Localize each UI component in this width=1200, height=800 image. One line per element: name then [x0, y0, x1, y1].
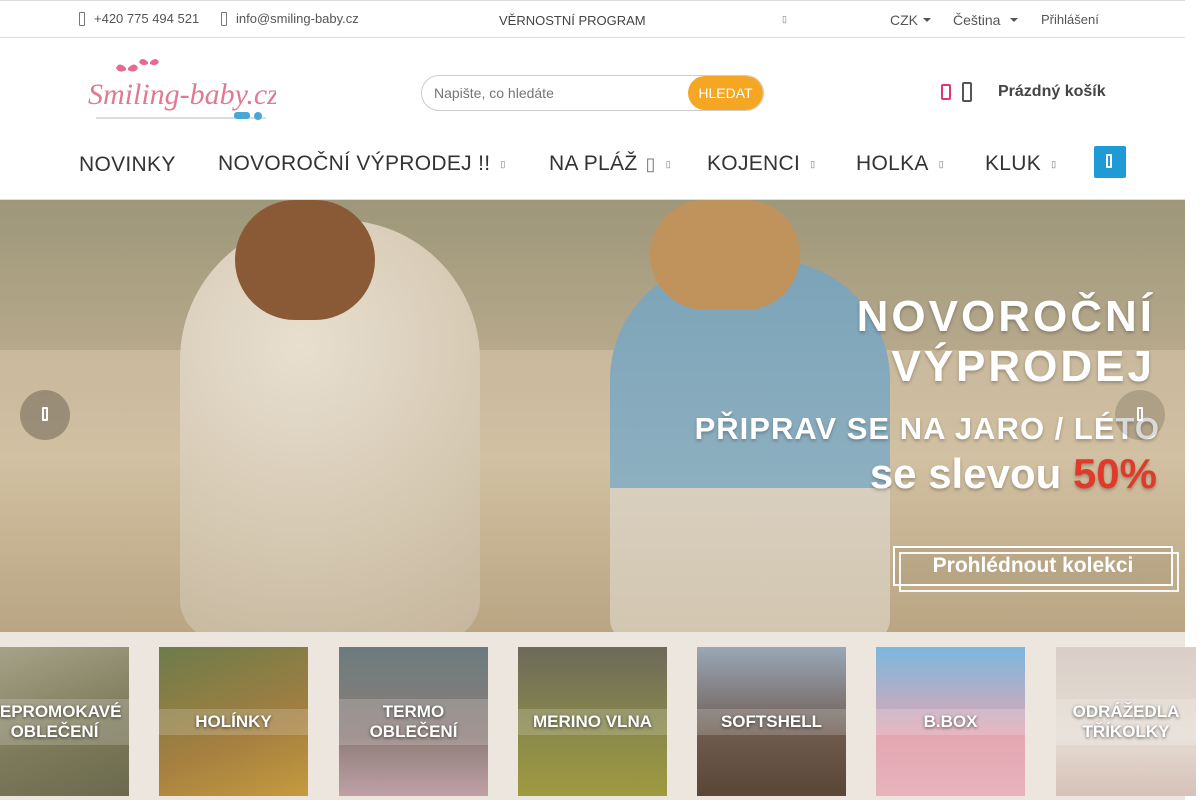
category-strip: NEPROMOKAVÉ OBLEČENÍ HOLÍNKY TERMO OBLEČ… — [0, 632, 1196, 800]
category-label-line1: NEPROMOKAVÉ — [0, 701, 122, 721]
menu-toggle-button[interactable] — [1094, 146, 1126, 178]
nav-item-novinky[interactable]: NOVINKY — [79, 153, 176, 177]
user-icon[interactable]: ▯ — [782, 14, 787, 25]
top-bar: +420 775 494 521 info@smiling-baby.cz VĚ… — [0, 0, 1185, 38]
phone-text: +420 775 494 521 — [94, 11, 200, 26]
search-input[interactable] — [422, 76, 692, 110]
category-label-line1: SOFTSHELL — [720, 711, 823, 731]
hero-sale-text: se slevou 50% — [870, 450, 1157, 498]
nav-item-na-plaz[interactable]: NA PLÁŽ ▯ ▯ — [549, 152, 671, 176]
dropdown-icon: ▯ — [500, 158, 506, 169]
phone-link[interactable]: +420 775 494 521 — [79, 11, 199, 26]
nav-item-label: HOLKA — [856, 152, 929, 175]
category-label-line1: MERINO VLNA — [533, 711, 652, 731]
email-link[interactable]: info@smiling-baby.cz — [221, 11, 359, 26]
email-text: info@smiling-baby.cz — [236, 11, 359, 26]
hero-subheadline: PŘIPRAV SE NA JARO / LÉTO — [694, 411, 1160, 446]
arrow-left-icon — [42, 407, 48, 421]
category-label: SOFTSHELL — [697, 708, 846, 735]
carousel-prev-button[interactable] — [20, 390, 70, 440]
hero-cta-button[interactable]: Prohlédnout kolekci — [893, 546, 1179, 592]
nav-item-label: KOJENCI — [707, 152, 801, 175]
nav-item-kojenci[interactable]: KOJENCI ▯ — [707, 152, 815, 176]
nav-item-holka[interactable]: HOLKA ▯ — [856, 152, 944, 176]
language-select[interactable]: Čeština — [953, 12, 1019, 28]
category-label-line2: TŘÍKOLKY — [1082, 721, 1170, 741]
dropdown-icon: ▯ — [810, 158, 816, 169]
category-tile[interactable]: B.BOX — [876, 647, 1025, 796]
category-tile[interactable]: HOLÍNKY — [159, 647, 308, 796]
nav-item-novorocni-vyprodej[interactable]: NOVOROČNÍ VÝPRODEJ !! ▯ — [218, 152, 506, 176]
menu-icon — [1106, 154, 1112, 168]
category-label: NEPROMOKAVÉ OBLEČENÍ — [0, 698, 129, 745]
nav-item-label: NOVOROČNÍ VÝPRODEJ !! — [218, 152, 491, 175]
hero-headline-line1: NOVOROČNÍ — [856, 292, 1155, 341]
sun-icon: ▯ — [645, 153, 656, 174]
hero-banner[interactable]: NOVOROČNÍ VÝPRODEJ PŘIPRAV SE NA JARO / … — [0, 200, 1185, 632]
category-label-line1: TERMO — [382, 701, 445, 721]
hero-headline-line2: VÝPRODEJ — [891, 342, 1155, 391]
carousel-next-button[interactable] — [1115, 390, 1165, 440]
search-button[interactable]: HLEDAT — [688, 76, 763, 110]
category-label-line2: OBLEČENÍ — [369, 721, 458, 741]
dropdown-icon: ▯ — [1051, 158, 1057, 169]
category-label: TERMO OBLEČENÍ — [339, 698, 488, 745]
category-tile[interactable]: NEPROMOKAVÉ OBLEČENÍ — [0, 647, 129, 796]
category-label: MERINO VLNA — [518, 708, 667, 735]
chevron-down-icon — [1010, 18, 1019, 22]
wishlist-heart-icon[interactable] — [941, 84, 951, 100]
category-label-line2: OBLEČENÍ — [10, 721, 99, 741]
nav-item-label: KLUK — [985, 152, 1042, 175]
category-label-line1: HOLÍNKY — [195, 711, 272, 731]
search-box: HLEDAT — [421, 75, 764, 111]
login-link[interactable]: Přihlášení — [1041, 12, 1099, 27]
arrow-right-icon — [1137, 407, 1143, 421]
phone-icon — [79, 11, 85, 26]
main-nav: NOVINKY NOVOROČNÍ VÝPRODEJ !! ▯ NA PLÁŽ ▯ ▯… — [0, 140, 1185, 200]
category-tile[interactable]: ODRÁŽEDLA TŘÍKOLKY — [1056, 647, 1196, 796]
logo-text: Smiling-baby.cz — [88, 78, 276, 111]
category-label-line1: ODRÁŽEDLA — [1072, 701, 1180, 721]
category-tile[interactable]: MERINO VLNA — [518, 647, 667, 796]
currency-value: CZK — [890, 12, 918, 28]
cart-bag-icon[interactable] — [962, 82, 972, 102]
hero-sale-label: se slevou — [869, 450, 1062, 497]
category-label-line1: B.BOX — [923, 711, 978, 731]
site-logo[interactable]: Smiling-baby.cz — [86, 58, 279, 126]
language-value: Čeština — [953, 12, 1001, 28]
dropdown-icon: ▯ — [665, 158, 671, 169]
cart-label[interactable]: Prázdný košík — [998, 83, 1106, 101]
currency-select[interactable]: CZK — [890, 12, 931, 28]
loyalty-program-link[interactable]: VĚRNOSTNÍ PROGRAM — [499, 13, 646, 28]
nav-item-kluk[interactable]: KLUK ▯ — [985, 152, 1056, 176]
mail-icon — [221, 11, 227, 26]
chevron-down-icon — [923, 18, 931, 22]
category-label: HOLÍNKY — [159, 708, 308, 735]
dropdown-icon: ▯ — [938, 158, 944, 169]
nav-item-label: NA PLÁŽ — [549, 152, 638, 175]
category-label: ODRÁŽEDLA TŘÍKOLKY — [1056, 698, 1196, 745]
category-label: B.BOX — [876, 708, 1025, 735]
hero-child-right-hair — [650, 200, 800, 310]
category-tile[interactable]: SOFTSHELL — [697, 647, 846, 796]
hero-child-left-hair — [235, 200, 375, 320]
hero-sale-percent: 50% — [1072, 450, 1157, 497]
hero-headline: NOVOROČNÍ VÝPRODEJ — [857, 292, 1155, 392]
category-tile[interactable]: TERMO OBLEČENÍ — [339, 647, 488, 796]
nav-item-label: NOVINKY — [79, 153, 176, 176]
